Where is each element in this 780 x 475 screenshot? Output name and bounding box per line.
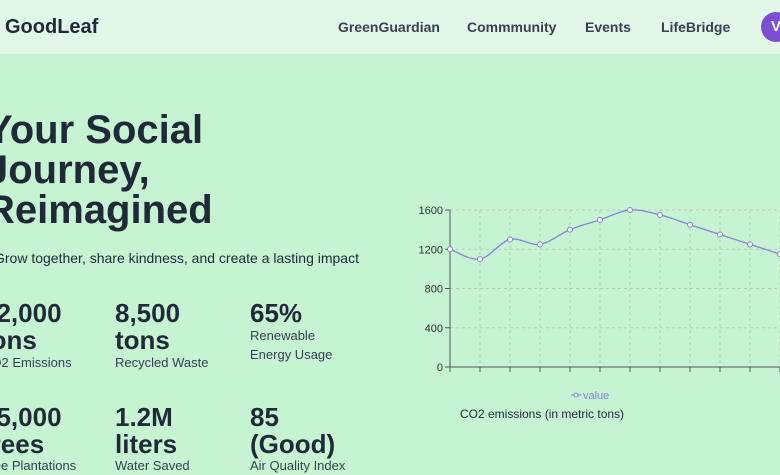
data-point[interactable] [508, 237, 513, 242]
y-tick-label: 400 [425, 323, 443, 335]
chart-legend: value [571, 390, 609, 402]
data-point[interactable] [538, 242, 543, 247]
series-line [450, 210, 780, 259]
co2-line-chart: 0 400 800 1200 1600 value CO2 emissions (in … [0, 0, 780, 470]
data-point[interactable] [748, 242, 753, 247]
data-point[interactable] [478, 257, 483, 262]
legend-label: value [583, 390, 609, 402]
chart-caption: CO2 emissions (in metric tons) [460, 407, 624, 421]
data-point[interactable] [628, 208, 633, 213]
y-tick-label: 800 [425, 284, 443, 296]
chart-axes: 0 400 800 1200 1600 [419, 205, 780, 374]
chart-series [448, 208, 780, 262]
y-tick-label: 1600 [419, 205, 443, 217]
data-point[interactable] [598, 217, 603, 222]
chart-grid [450, 210, 780, 367]
legend-dot-icon [574, 393, 578, 397]
data-point[interactable] [718, 232, 723, 237]
data-point[interactable] [688, 222, 693, 227]
data-point[interactable] [448, 247, 453, 252]
data-point[interactable] [658, 212, 663, 217]
y-tick-label: 0 [437, 362, 443, 374]
y-tick-label: 1200 [419, 244, 443, 256]
data-point[interactable] [568, 227, 573, 232]
